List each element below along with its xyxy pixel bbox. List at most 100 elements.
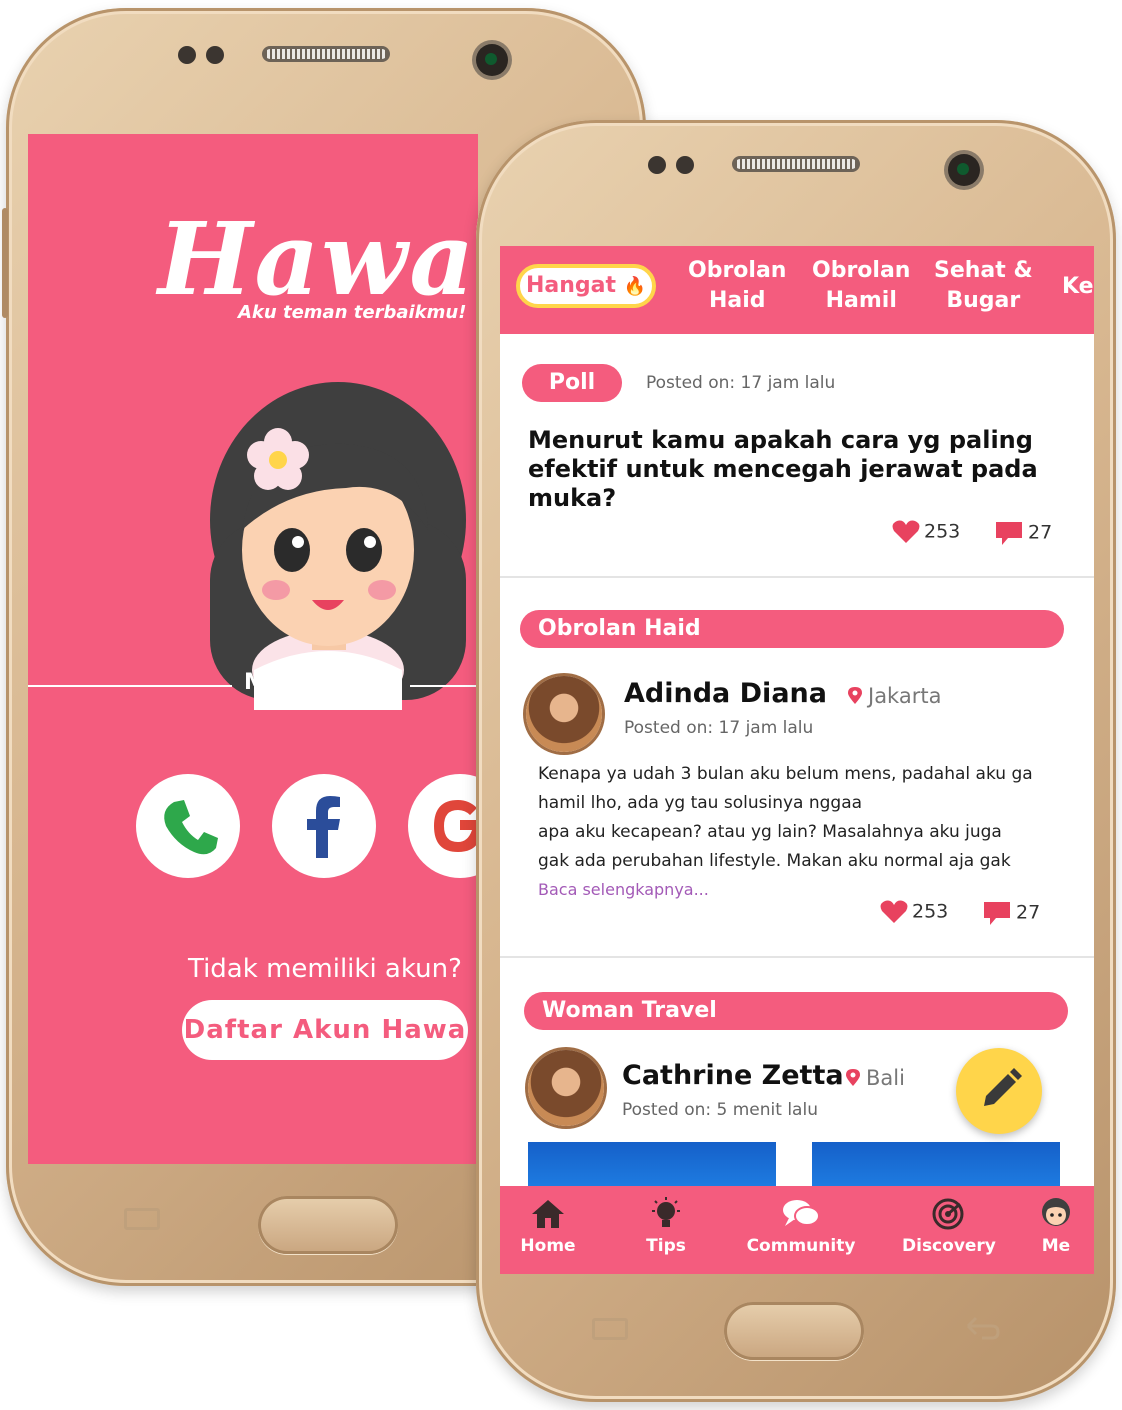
facebook-icon: [307, 796, 340, 858]
radar-icon: [932, 1198, 964, 1230]
like-count[interactable]: 253: [880, 900, 948, 924]
nav-me[interactable]: Me: [1036, 1196, 1076, 1256]
like-count-value: 253: [912, 900, 949, 923]
tab-label: Sehat & Bugar: [934, 258, 1033, 313]
tab-label: Hangat: [525, 273, 616, 298]
tab-obrolan-haid[interactable]: Obrolan Haid: [688, 256, 786, 316]
post-timestamp: Posted on: 17 jam lalu: [646, 373, 836, 393]
heart-icon: [880, 900, 908, 923]
post-body[interactable]: Kenapa ya udah 3 bulan aku belum mens, p…: [538, 760, 1068, 876]
nav-label: Discovery: [902, 1236, 996, 1256]
sensor-dot: [676, 156, 694, 174]
no-account-text: Tidak memiliki akun?: [188, 954, 462, 984]
facebook-login-button[interactable]: [272, 774, 376, 878]
tab-label: Obrolan Haid: [688, 258, 787, 313]
sensor-dot: [648, 156, 666, 174]
comment-icon: [996, 522, 1022, 545]
user-avatar[interactable]: [526, 676, 602, 752]
recent-apps-key[interactable]: [124, 1208, 160, 1230]
comment-count[interactable]: 27: [982, 900, 1040, 926]
nav-label: Community: [746, 1236, 856, 1256]
post-body-line: gak ada perubahan lifestyle. Makan aku n…: [538, 851, 1011, 871]
recent-apps-key[interactable]: [592, 1318, 628, 1340]
back-arrow-icon[interactable]: [962, 1316, 1002, 1342]
post-divider: [500, 956, 1094, 958]
user-avatar[interactable]: [528, 1050, 604, 1126]
earpiece-speaker: [262, 46, 390, 62]
comment-count-value: 27: [1016, 901, 1041, 924]
register-button[interactable]: Daftar Akun Hawa: [182, 1000, 468, 1060]
home-hardware-button[interactable]: [724, 1302, 864, 1360]
heart-icon: [892, 520, 920, 543]
avatar-icon: [1042, 1198, 1070, 1226]
home-icon: [532, 1200, 564, 1228]
like-count-value: 253: [924, 520, 961, 543]
tab-hangat[interactable]: Hangat 🔥: [516, 264, 656, 308]
comment-count-value: 27: [1028, 521, 1053, 544]
volume-button: [2, 208, 8, 318]
phone-icon: [164, 800, 218, 855]
location-pin-icon: [848, 687, 862, 704]
divider-line: [28, 685, 232, 687]
pencil-icon: [984, 1068, 1022, 1106]
community-screen: Hangat 🔥 Obrolan Haid Obrolan Hamil Seha…: [500, 246, 1094, 1274]
home-hardware-button[interactable]: [258, 1196, 398, 1254]
comment-icon: [984, 902, 1010, 925]
post-photo[interactable]: [812, 1142, 1060, 1186]
author-name[interactable]: Adinda Diana: [624, 678, 827, 709]
sensor-dot: [178, 46, 196, 64]
new-post-button[interactable]: [956, 1048, 1042, 1134]
like-count[interactable]: 253: [892, 520, 960, 544]
nav-label: Me: [1041, 1236, 1071, 1256]
author-location: Bali: [846, 1066, 905, 1090]
sensor-dot: [206, 46, 224, 64]
nav-tips[interactable]: Tips: [644, 1196, 688, 1256]
location-pin-icon: [846, 1069, 860, 1086]
divider-line: [410, 685, 478, 687]
tab-label: Ke: [1062, 274, 1094, 299]
tab-obrolan-hamil[interactable]: Obrolan Hamil: [812, 256, 910, 316]
post-photo[interactable]: [528, 1142, 776, 1186]
nav-label: Tips: [646, 1236, 686, 1256]
poll-badge: Poll: [522, 364, 622, 402]
google-login-button[interactable]: [408, 774, 478, 878]
post-timestamp: Posted on: 5 menit lalu: [622, 1100, 818, 1120]
category-tab-bar: Hangat 🔥 Obrolan Haid Obrolan Hamil Seha…: [500, 246, 1094, 334]
post-body-line: hamil lho, ada yg tau solusinya nggaa: [538, 793, 863, 813]
read-more-link[interactable]: Baca selengkapnya...: [538, 880, 709, 899]
nav-home[interactable]: Home: [520, 1196, 576, 1256]
category-pill-obrolan-haid[interactable]: Obrolan Haid: [520, 610, 1064, 648]
phone-login-button[interactable]: [136, 774, 240, 878]
author-location: Jakarta: [848, 684, 941, 708]
google-icon: [434, 800, 478, 852]
nav-label: Home: [520, 1236, 576, 1256]
comment-count[interactable]: 27: [994, 520, 1052, 546]
lightbulb-icon: [652, 1197, 680, 1227]
author-name[interactable]: Cathrine Zetta: [622, 1060, 844, 1091]
flame-icon: 🔥: [623, 276, 647, 297]
post-timestamp: Posted on: 17 jam lalu: [624, 718, 814, 738]
location-text: Jakarta: [868, 684, 942, 708]
login-screen: Hawa Aku teman terbaikmu! Masuk Yuk! Tid…: [28, 134, 478, 1164]
post-divider: [500, 576, 1094, 578]
category-pill-woman-travel[interactable]: Woman Travel: [524, 992, 1068, 1030]
tab-sehat-bugar[interactable]: Sehat & Bugar: [934, 256, 1033, 316]
hawa-logo: Hawa: [158, 200, 477, 318]
tab-more[interactable]: Ke: [1062, 272, 1094, 302]
location-text: Bali: [866, 1066, 905, 1090]
tagline: Aku teman terbaikmu!: [238, 302, 467, 323]
login-label: Masuk Yuk!: [244, 670, 387, 695]
post-body-line: apa aku kecapean? atau yg lain? Masalahn…: [538, 822, 1002, 842]
poll-question[interactable]: Menurut kamu apakah cara yg paling efekt…: [528, 426, 1068, 513]
post-body-line: Kenapa ya udah 3 bulan aku belum mens, p…: [538, 764, 1033, 784]
bottom-navigation: Home Tips Community Discovery Me: [500, 1186, 1094, 1274]
community-feed[interactable]: Poll Posted on: 17 jam lalu Menurut kamu…: [500, 334, 1094, 1186]
nav-community[interactable]: Community: [746, 1196, 856, 1256]
tab-label: Obrolan Hamil: [812, 258, 911, 313]
login-divider: Masuk Yuk!: [28, 670, 478, 700]
earpiece-speaker: [732, 156, 860, 172]
nav-discovery[interactable]: Discovery: [902, 1196, 996, 1256]
chat-icon: [783, 1200, 820, 1226]
front-camera: [948, 154, 980, 186]
front-camera: [476, 44, 508, 76]
